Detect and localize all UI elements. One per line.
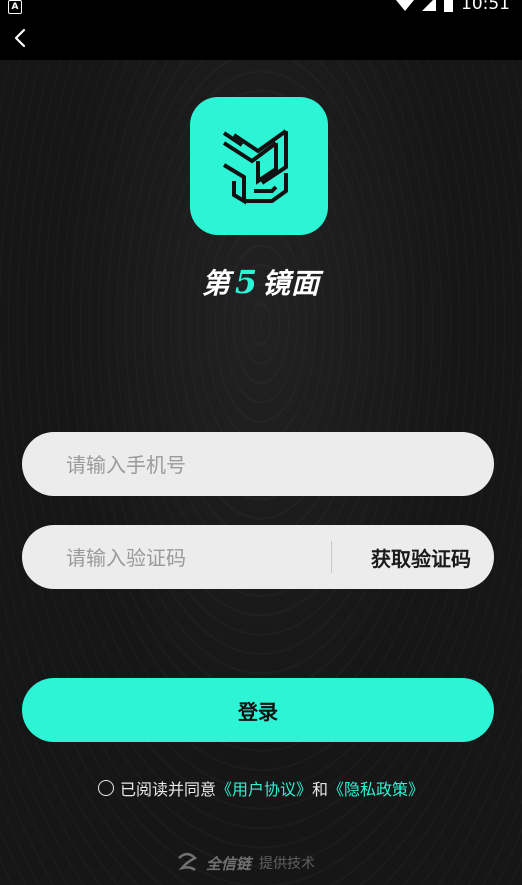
wifi-icon xyxy=(396,0,414,11)
phone-field xyxy=(22,432,494,498)
privacy-policy-link[interactable]: 《隐私政策》 xyxy=(328,776,424,800)
get-code-button[interactable]: 获取验证码 xyxy=(348,525,494,589)
back-button[interactable] xyxy=(8,24,32,52)
agreement-and: 和 xyxy=(312,780,329,799)
status-time: 10:51 xyxy=(461,0,510,14)
signal-icon xyxy=(422,0,436,11)
phone-input[interactable] xyxy=(64,432,328,498)
notification-icon: A xyxy=(8,0,22,14)
agreement-row: 已阅读并同意 《用户协议》 和 《隐私政策》 xyxy=(0,776,522,800)
agree-radio[interactable] xyxy=(97,780,114,796)
brand-name: 第 5 镜面 xyxy=(0,262,522,302)
footer-logo-icon xyxy=(178,852,198,872)
footer-credit: 全信链 提供技术 xyxy=(176,852,315,874)
footer-logo-text: 全信链 xyxy=(206,854,252,873)
brand-mark-icon xyxy=(222,129,288,205)
app-logo xyxy=(190,97,328,235)
brand-number: 5 xyxy=(234,263,259,301)
chevron-left-icon xyxy=(14,28,26,48)
battery-icon xyxy=(444,0,453,12)
login-button[interactable]: 登录 xyxy=(22,678,494,742)
user-agreement-link[interactable]: 《用户协议》 xyxy=(216,776,312,800)
status-bar: A 10:51 xyxy=(0,0,522,20)
agreement-text: 已阅读并同意 xyxy=(119,780,216,799)
divider xyxy=(331,541,332,573)
nav-bar xyxy=(0,20,522,60)
verification-code-input[interactable] xyxy=(64,525,328,591)
footer-text: 提供技术 xyxy=(259,856,316,872)
brand-prefix: 第 xyxy=(201,267,231,300)
code-field: 获取验证码 xyxy=(22,525,494,591)
brand-suffix: 镜面 xyxy=(262,267,321,300)
status-indicators: 10:51 xyxy=(396,0,510,14)
